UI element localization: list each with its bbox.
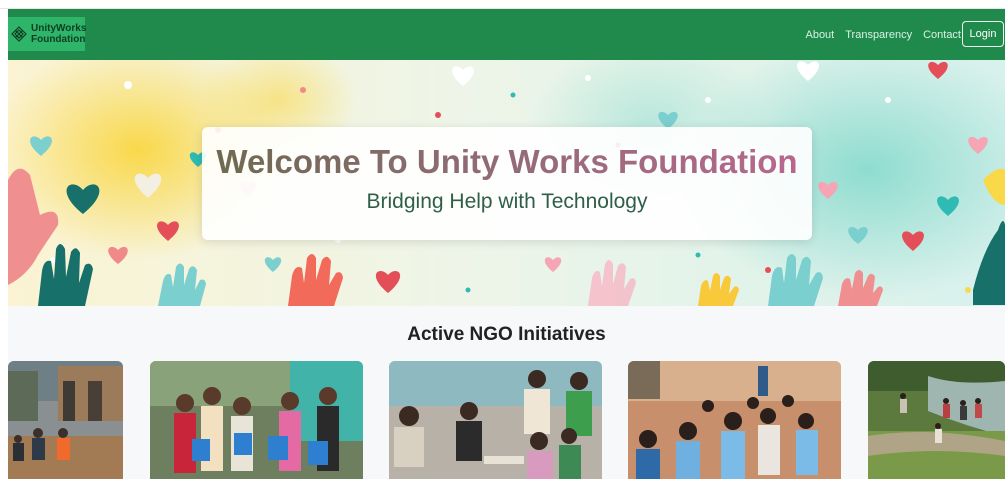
browser-top-strip <box>0 0 1005 9</box>
initiative-card-women-group[interactable] <box>389 361 602 479</box>
initiative-card-girls-with-books[interactable] <box>150 361 363 479</box>
nav-link-contact[interactable]: Contact <box>923 29 961 41</box>
brand-line-1: UnityWorks <box>31 23 87 34</box>
women-group-photo <box>389 361 602 479</box>
nav-links: About Transparency Contact <box>794 9 961 60</box>
brand-line-2: Foundation <box>31 34 86 45</box>
flood-relief-photo <box>8 361 123 479</box>
initiative-card-children-classroom[interactable] <box>628 361 841 479</box>
initiative-card-village-river[interactable] <box>868 361 1005 479</box>
brand-logo[interactable]: UnityWorks Foundation <box>8 17 86 51</box>
login-button[interactable]: Login <box>962 21 1004 47</box>
navbar: UnityWorks Foundation About Transparency… <box>8 9 1005 60</box>
brand-name: UnityWorks Foundation <box>31 23 86 45</box>
girls-with-books-photo <box>150 361 363 479</box>
lattice-logo-icon <box>11 26 27 42</box>
hero-subtitle: Bridging Help with Technology <box>366 190 648 213</box>
hero-banner: Welcome To Unity Works Foundation Bridgi… <box>8 60 1005 306</box>
nav-link-about[interactable]: About <box>805 29 834 41</box>
village-river-photo <box>868 361 1005 479</box>
initiatives-heading: Active NGO Initiatives <box>407 324 606 345</box>
initiative-card-flood-relief[interactable] <box>8 361 123 479</box>
hero-title: Welcome To Unity Works Foundation <box>202 143 812 181</box>
nav-link-transparency[interactable]: Transparency <box>845 29 912 41</box>
hero-welcome-card: Welcome To Unity Works Foundation Bridgi… <box>202 127 812 240</box>
children-classroom-photo <box>628 361 841 479</box>
initiatives-section: Active NGO Initiatives <box>8 306 1005 479</box>
